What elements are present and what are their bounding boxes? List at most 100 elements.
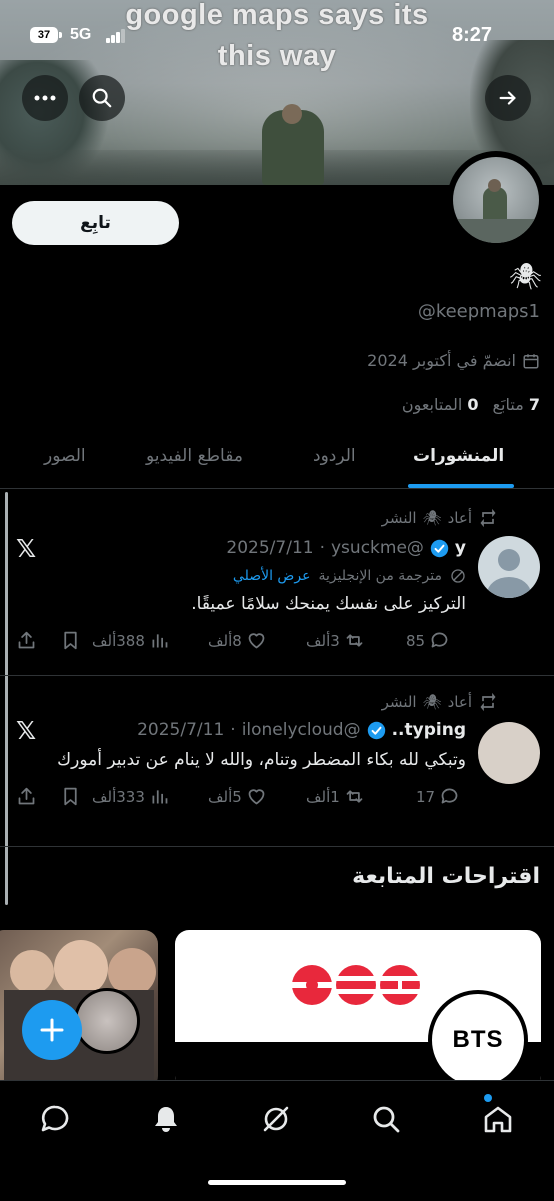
views-count: 333ألف xyxy=(92,787,145,806)
back-button[interactable] xyxy=(485,75,531,121)
repost-icon xyxy=(346,634,363,647)
notifications-icon[interactable] xyxy=(150,1103,182,1135)
repost-prefix: أعاد xyxy=(447,693,472,711)
like-count: 8ألف xyxy=(208,631,242,650)
reply-button[interactable]: 85 xyxy=(406,630,450,651)
default-avatar-icon xyxy=(487,549,531,598)
post-text: التركيز على نفسك يمنحك سلامًا عميقًا. xyxy=(191,594,466,614)
post-1[interactable]: أعاد 🕷 النشر y @ysuckme · 2025/7/11 𝕏 مت… xyxy=(0,490,554,675)
share-button[interactable] xyxy=(16,786,37,807)
heart-icon xyxy=(248,789,265,805)
post-date[interactable]: 2025/7/11 xyxy=(137,720,224,740)
post-text: وتبكي لله بكاء المضطر وتنام، والله لا ين… xyxy=(57,750,466,770)
translated-label: مترجمة من الإنجليزية xyxy=(318,568,442,584)
tab-posts[interactable]: المنشورات xyxy=(413,446,504,466)
post-divider xyxy=(0,846,554,847)
followers-count: 0 xyxy=(467,395,479,414)
battery-tip xyxy=(59,32,62,38)
repost-suffix: النشر xyxy=(381,509,417,527)
follow-button[interactable]: تابِع xyxy=(12,201,179,245)
x-logo-icon[interactable]: 𝕏 xyxy=(16,716,36,745)
tab-videos[interactable]: مقاطع الفيديو xyxy=(146,446,243,466)
reply-icon xyxy=(441,788,458,804)
repost-indicator: أعاد 🕷 النشر xyxy=(382,692,498,712)
views-icon xyxy=(152,790,168,804)
following-label: متابَع xyxy=(492,395,524,414)
author-handle[interactable]: @ysuckme xyxy=(331,538,424,558)
joined-date: انضمّ في أكتوبر 2024 xyxy=(367,351,540,370)
tab-replies[interactable]: الردود xyxy=(313,446,356,466)
post-2[interactable]: أعاد 🕷 النشر typing.. @ilonelycloud · 20… xyxy=(0,676,554,846)
suggestion-avatar[interactable] xyxy=(74,988,140,1054)
profile-handle: @keepmaps1 xyxy=(417,301,540,322)
calendar-icon xyxy=(523,353,539,368)
bookmark-button[interactable] xyxy=(60,786,81,807)
repost-indicator: أعاد 🕷 النشر xyxy=(382,508,498,528)
bookmark-button[interactable] xyxy=(60,630,81,651)
repost-icon xyxy=(480,508,496,528)
repost-icon xyxy=(346,790,363,803)
repost-icon xyxy=(480,692,496,712)
search-icon[interactable] xyxy=(370,1103,402,1135)
views-count: 388ألف xyxy=(92,631,145,650)
followers-label: المتابعون xyxy=(401,395,463,414)
repost-button[interactable]: 3ألف xyxy=(306,630,365,651)
post-avatar[interactable] xyxy=(478,536,540,598)
post-avatar[interactable] xyxy=(478,722,540,784)
joined-label: انضمّ في أكتوبر 2024 xyxy=(367,351,516,370)
repost-prefix: أعاد xyxy=(447,509,472,527)
followers-stat[interactable]: 0 المتابعون xyxy=(402,395,479,414)
views-button[interactable]: 388ألف xyxy=(92,630,170,651)
post-actions: 85 3ألف 8ألف 388ألف xyxy=(16,630,471,654)
home-notification-dot xyxy=(484,1094,492,1102)
following-stat[interactable]: 7 متابَع xyxy=(493,395,540,414)
post-date[interactable]: 2025/7/11 xyxy=(226,538,313,558)
verified-icon xyxy=(430,539,449,557)
compose-button[interactable] xyxy=(22,1000,82,1060)
show-original-link[interactable]: عرض الأصلي xyxy=(233,568,311,584)
more-button[interactable] xyxy=(22,75,68,121)
x-logo-icon[interactable]: 𝕏 xyxy=(16,534,36,563)
reply-button[interactable]: 17 xyxy=(416,786,460,807)
signal-icon xyxy=(106,29,126,43)
repost-emoji: 🕷 xyxy=(422,693,442,711)
repost-count: 3ألف xyxy=(306,631,340,650)
heart-icon xyxy=(248,633,265,649)
like-button[interactable]: 5ألف xyxy=(208,786,267,807)
hybe-logo-icon xyxy=(292,965,420,1005)
follow-suggestions-title: اقتراحات المتابعة xyxy=(352,864,540,889)
bookmark-icon xyxy=(64,787,77,806)
like-button[interactable]: 8ألف xyxy=(208,630,267,651)
share-icon xyxy=(18,631,35,649)
share-icon xyxy=(18,787,35,805)
bts-avatar[interactable]: BTS xyxy=(428,990,528,1090)
profile-avatar[interactable] xyxy=(447,151,545,249)
home-indicator[interactable] xyxy=(208,1180,346,1185)
views-icon xyxy=(152,634,168,648)
grok-icon[interactable] xyxy=(260,1103,292,1135)
translate-icon xyxy=(451,569,465,583)
profile-name-emoji: 🕷 xyxy=(509,262,543,292)
profile-tabs: المنشورات الردود مقاطع الفيديو الصور xyxy=(0,430,554,489)
post-author-line: y @ysuckme · 2025/7/11 xyxy=(226,538,466,558)
tab-photos[interactable]: الصور xyxy=(44,446,86,466)
bookmark-icon xyxy=(64,631,77,650)
views-button[interactable]: 333ألف xyxy=(92,786,170,807)
repost-suffix: النشر xyxy=(381,693,417,711)
reply-icon xyxy=(431,632,448,648)
active-tab-indicator xyxy=(408,484,514,488)
status-time: 8:27 xyxy=(452,24,493,46)
reply-count: 85 xyxy=(406,631,426,650)
follow-stats: 7 متابَع 0 المتابعون xyxy=(402,395,540,414)
battery-indicator: 37 xyxy=(30,27,58,43)
messages-icon[interactable] xyxy=(39,1103,71,1135)
search-button[interactable] xyxy=(79,75,125,121)
author-handle[interactable]: @ilonelycloud xyxy=(242,720,361,740)
author-name[interactable]: y xyxy=(455,538,466,558)
author-name[interactable]: typing.. xyxy=(392,720,466,740)
repost-button[interactable]: 1ألف xyxy=(306,786,365,807)
share-button[interactable] xyxy=(16,630,37,651)
verified-icon xyxy=(367,721,385,739)
home-icon[interactable] xyxy=(482,1103,514,1135)
search-icon xyxy=(92,88,112,108)
